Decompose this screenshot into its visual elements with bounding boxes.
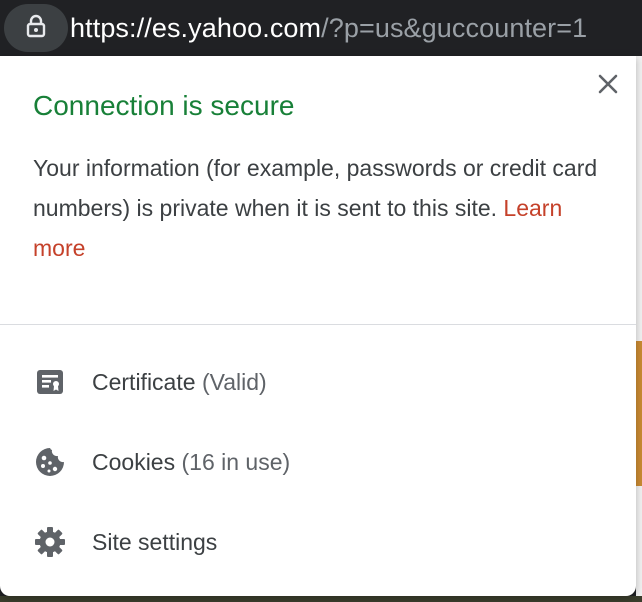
cookies-label: Cookies (16 in use)	[92, 422, 290, 502]
lock-icon	[25, 14, 47, 43]
certificate-row[interactable]: Certificate (Valid)	[0, 342, 636, 422]
close-button[interactable]	[592, 70, 624, 102]
cookies-count: (16 in use)	[181, 449, 291, 475]
close-icon	[598, 74, 618, 99]
certificate-label-text: Certificate	[92, 369, 196, 395]
divider	[0, 324, 636, 325]
gear-icon	[34, 526, 66, 558]
background-page-accent	[636, 341, 642, 486]
background-page-edge	[636, 56, 642, 602]
certificate-icon	[34, 366, 66, 398]
address-bar[interactable]: https://es.yahoo.com/?p=us&guccounter=1	[0, 0, 642, 56]
connection-description: Your information (for example, passwords…	[33, 148, 618, 268]
certificate-status: (Valid)	[201, 369, 267, 395]
page-info-bubble: Connection is secure Your information (f…	[0, 56, 636, 596]
cookies-row[interactable]: Cookies (16 in use)	[0, 422, 636, 502]
cookies-label-text: Cookies	[92, 449, 176, 475]
url-text[interactable]: https://es.yahoo.com/?p=us&guccounter=1	[70, 10, 587, 46]
site-settings-row[interactable]: Site settings	[0, 502, 636, 582]
site-settings-label: Site settings	[92, 529, 218, 555]
cookie-icon	[34, 446, 66, 478]
certificate-label: Certificate (Valid)	[92, 342, 267, 422]
connection-status-title: Connection is secure	[33, 90, 295, 121]
url-path: /?p=us&guccounter=1	[321, 13, 588, 43]
site-info-button[interactable]	[4, 4, 68, 52]
background-page-bottom	[0, 596, 642, 602]
url-host: https://es.yahoo.com	[70, 13, 322, 43]
